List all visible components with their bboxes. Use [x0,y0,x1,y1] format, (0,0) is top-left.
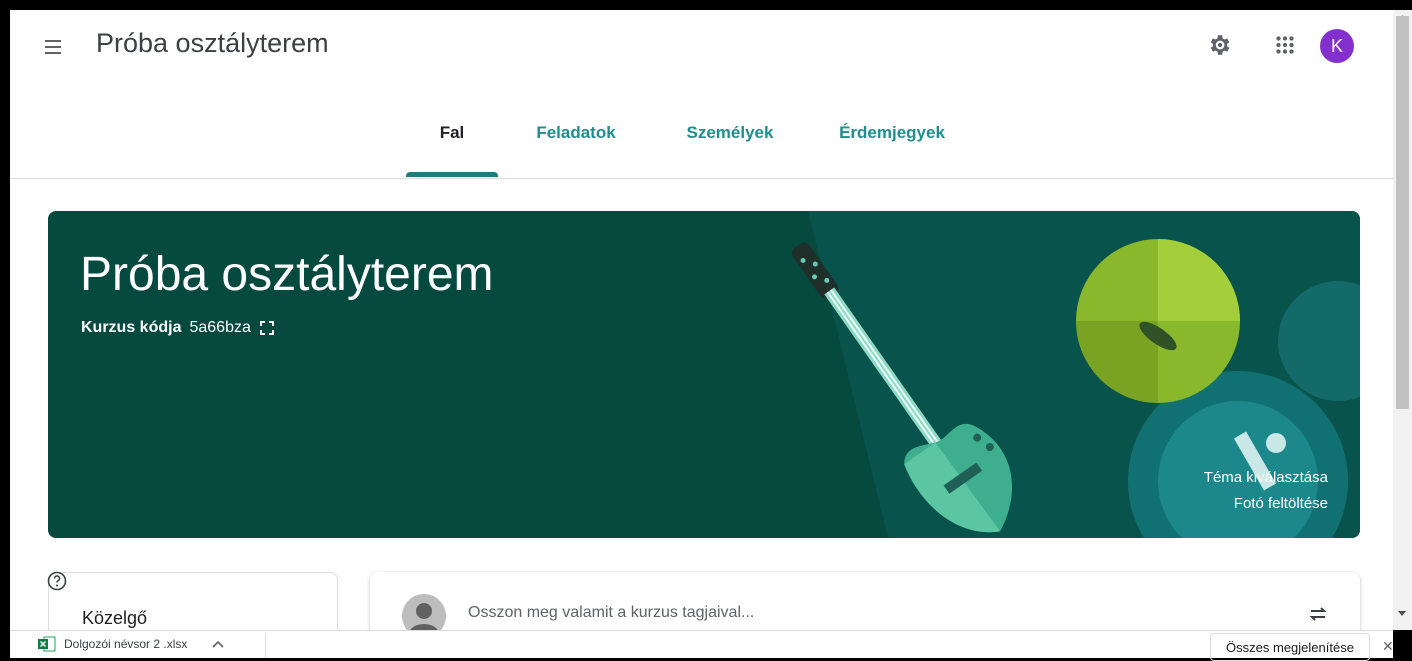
close-download-bar-icon[interactable]: ✕ [1382,638,1394,655]
repost-icon[interactable] [1306,602,1330,626]
fullscreen-icon[interactable] [259,320,275,336]
banner-title: Próba osztályterem [80,248,494,301]
download-bar-divider [265,633,266,658]
course-code-value: 5a66bza [189,319,251,336]
page-title: Próba osztályterem [96,28,329,58]
upload-photo-link[interactable]: Fotó feltöltése [1234,495,1328,512]
course-code-label: Kurzus kódja [81,319,182,336]
account-avatar[interactable]: K [1320,29,1354,63]
download-item[interactable]: Dolgozói névsor 2 .xlsx [38,636,225,652]
scroll-down-icon[interactable] [1397,608,1407,618]
upcoming-card: Közelgő [48,572,338,630]
main-menu-button[interactable] [38,32,68,62]
download-file-name: Dolgozói névsor 2 .xlsx [64,637,188,651]
tab-stream[interactable]: Fal [406,105,498,178]
course-code: Kurzus kódja 5a66bza [81,319,275,337]
person-icon [410,603,438,630]
tab-grades[interactable]: Érdemjegyek [822,105,962,178]
active-tab-indicator [406,172,498,177]
top-app-bar: Próba osztályterem K [10,10,1393,80]
excel-file-icon [38,636,56,652]
tab-classwork[interactable]: Feladatok [520,105,632,178]
upcoming-title: Közelgő [82,608,148,628]
share-with-class-box[interactable]: Osszon meg valamit a kurzus tagjaival... [370,572,1360,630]
select-theme-link[interactable]: Téma kiválasztása [1204,469,1328,486]
settings-icon[interactable] [1206,32,1232,58]
classroom-page: Próba osztályterem K Fal Feladatok Szemé… [10,10,1393,630]
class-tabs: Fal Feladatok Személyek Érdemjegyek [10,105,1393,179]
help-icon[interactable] [47,571,67,591]
share-placeholder: Osszon meg valamit a kurzus tagjaival... [468,604,755,621]
scrollbar-thumb[interactable] [1396,16,1409,409]
class-banner: Próba osztályterem Kurzus kódja 5a66bza … [48,211,1360,538]
download-bar: Dolgozói névsor 2 .xlsx Összes megjelení… [10,630,1394,661]
tab-people[interactable]: Személyek [670,105,790,178]
apps-grid-icon[interactable] [1272,32,1298,58]
user-avatar [402,594,446,630]
chevron-up-icon[interactable] [211,639,225,649]
